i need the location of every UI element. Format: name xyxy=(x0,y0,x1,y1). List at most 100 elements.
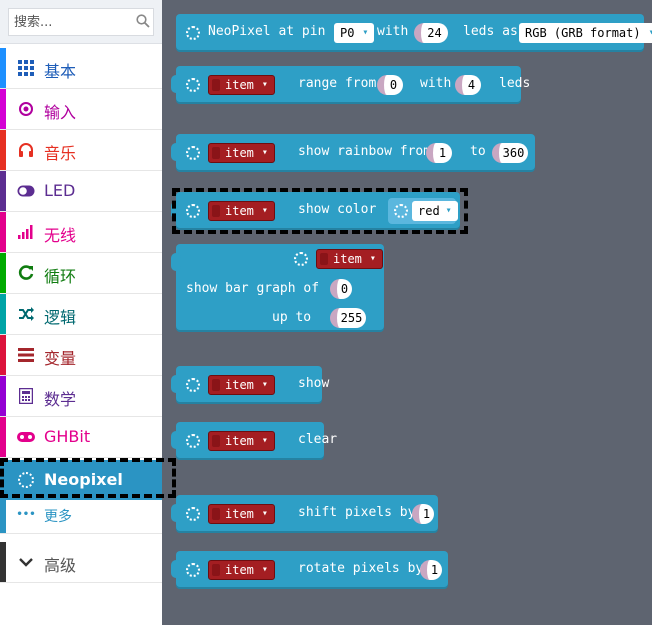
led-count-input[interactable]: 24 xyxy=(414,23,448,43)
category-music[interactable]: 音乐 xyxy=(0,130,162,171)
shift-pixels-block[interactable]: item shift pixels by 1 xyxy=(171,495,438,533)
toolbox-sidebar: 基本 输入 音乐 LED 无线 循环 xyxy=(0,0,162,625)
item-variable[interactable]: item xyxy=(208,375,275,395)
category-label: 无线 xyxy=(44,226,77,245)
spinner-icon xyxy=(186,78,200,92)
item-variable[interactable]: item xyxy=(208,75,275,95)
spinner-icon xyxy=(186,563,200,577)
list-icon xyxy=(17,346,35,364)
highlight-frame xyxy=(0,458,176,498)
category-label: 更多 xyxy=(44,509,72,525)
category-stripe xyxy=(0,376,6,416)
search-input[interactable] xyxy=(8,8,154,36)
circle-dot-icon xyxy=(17,100,35,118)
shift-value-input[interactable]: 1 xyxy=(412,504,434,524)
category-stripe xyxy=(0,253,6,293)
signal-bars-icon xyxy=(17,223,35,241)
category-stripe xyxy=(0,542,6,582)
rainbow-to-input[interactable]: 360 xyxy=(492,143,528,163)
rotate-value-input[interactable]: 1 xyxy=(420,560,442,580)
spinner-icon xyxy=(186,26,200,40)
spinner-icon xyxy=(294,252,308,266)
block-text: with xyxy=(420,76,452,91)
rotate-pixels-block[interactable]: item rotate pixels by 1 xyxy=(171,551,448,589)
category-led[interactable]: LED xyxy=(0,171,162,212)
block-text: with xyxy=(377,24,409,39)
range-from-input[interactable]: 0 xyxy=(377,75,403,95)
category-label: LED xyxy=(44,181,76,200)
block-text: to xyxy=(470,144,486,159)
block-text: show xyxy=(298,376,330,391)
block-text: range from xyxy=(298,76,377,91)
show-rainbow-block[interactable]: item show rainbow from 1 to 360 xyxy=(171,134,535,172)
block-text: up to xyxy=(272,310,312,325)
clear-block[interactable]: item clear xyxy=(171,422,337,460)
headphones-icon xyxy=(17,141,35,159)
spinner-icon xyxy=(186,378,200,392)
refresh-icon xyxy=(17,264,35,282)
category-label: 循环 xyxy=(44,267,77,286)
category-label: 输入 xyxy=(44,103,77,122)
category-basic[interactable]: 基本 xyxy=(0,48,162,89)
highlight-frame xyxy=(172,188,468,234)
item-variable[interactable]: item xyxy=(208,560,275,580)
item-variable[interactable]: item xyxy=(208,504,275,524)
chevron-down-icon xyxy=(17,553,35,571)
category-stripe xyxy=(0,294,6,334)
category-stripe xyxy=(0,500,6,533)
spinner-icon xyxy=(186,507,200,521)
pin-dropdown[interactable]: P0 xyxy=(334,23,375,43)
category-stripe xyxy=(0,48,6,88)
category-radio[interactable]: 无线 xyxy=(0,212,162,253)
category-input[interactable]: 输入 xyxy=(0,89,162,130)
category-advanced[interactable]: 高级 xyxy=(0,542,162,583)
category-stripe xyxy=(0,212,6,252)
block-text: leds xyxy=(499,76,531,91)
category-variables[interactable]: 变量 xyxy=(0,335,162,376)
spinner-icon xyxy=(186,146,200,160)
category-math[interactable]: 数学 xyxy=(0,376,162,417)
calculator-icon xyxy=(17,387,35,405)
item-variable[interactable]: item xyxy=(208,431,275,451)
shuffle-icon xyxy=(17,305,35,323)
bar-high-input[interactable]: 255 xyxy=(330,308,366,328)
grid-icon xyxy=(17,59,35,77)
category-label: 变量 xyxy=(44,349,77,368)
show-block[interactable]: item show xyxy=(171,366,329,404)
bar-value-input[interactable]: 0 xyxy=(330,279,352,299)
block-text: clear xyxy=(298,432,338,447)
block-text: shift pixels by xyxy=(298,505,416,520)
block-workspace: NeoPixel at pin P0 with 24 leds as RGB (… xyxy=(162,0,652,625)
category-more[interactable]: ••• 更多 xyxy=(0,500,162,534)
neopixel-create-block[interactable]: NeoPixel at pin P0 with 24 leds as RGB (… xyxy=(176,14,652,52)
gamepad-icon xyxy=(17,428,35,446)
search-bar xyxy=(0,0,162,44)
category-loops[interactable]: 循环 xyxy=(0,253,162,294)
category-stripe xyxy=(0,417,6,457)
show-bar-graph-block[interactable]: item show bar graph of 0 up to 255 xyxy=(171,244,384,332)
item-variable[interactable]: item xyxy=(316,249,383,269)
block-text: show rainbow from xyxy=(298,144,432,159)
category-label: 逻辑 xyxy=(44,308,77,327)
category-label: 数学 xyxy=(44,390,77,409)
toggle-icon xyxy=(17,182,35,200)
block-text: leds as xyxy=(463,24,518,39)
category-label: 高级 xyxy=(44,556,77,575)
category-logic[interactable]: 逻辑 xyxy=(0,294,162,335)
category-label: 音乐 xyxy=(44,144,77,163)
block-text: rotate pixels by xyxy=(298,561,424,576)
range-count-input[interactable]: 4 xyxy=(455,75,481,95)
category-stripe xyxy=(0,171,6,211)
block-text: NeoPixel at pin xyxy=(208,24,326,39)
rainbow-from-input[interactable]: 1 xyxy=(426,143,452,163)
category-stripe xyxy=(0,130,6,170)
ellipsis-icon: ••• xyxy=(16,509,36,520)
search-icon[interactable] xyxy=(136,14,150,28)
spinner-icon xyxy=(186,434,200,448)
format-dropdown[interactable]: RGB (GRB format) xyxy=(519,23,652,43)
range-block[interactable]: item range from 0 with 4 leds xyxy=(171,66,530,104)
category-stripe xyxy=(0,89,6,129)
category-label: 基本 xyxy=(44,62,77,81)
item-variable[interactable]: item xyxy=(208,143,275,163)
category-ghbit[interactable]: GHBit xyxy=(0,417,162,458)
